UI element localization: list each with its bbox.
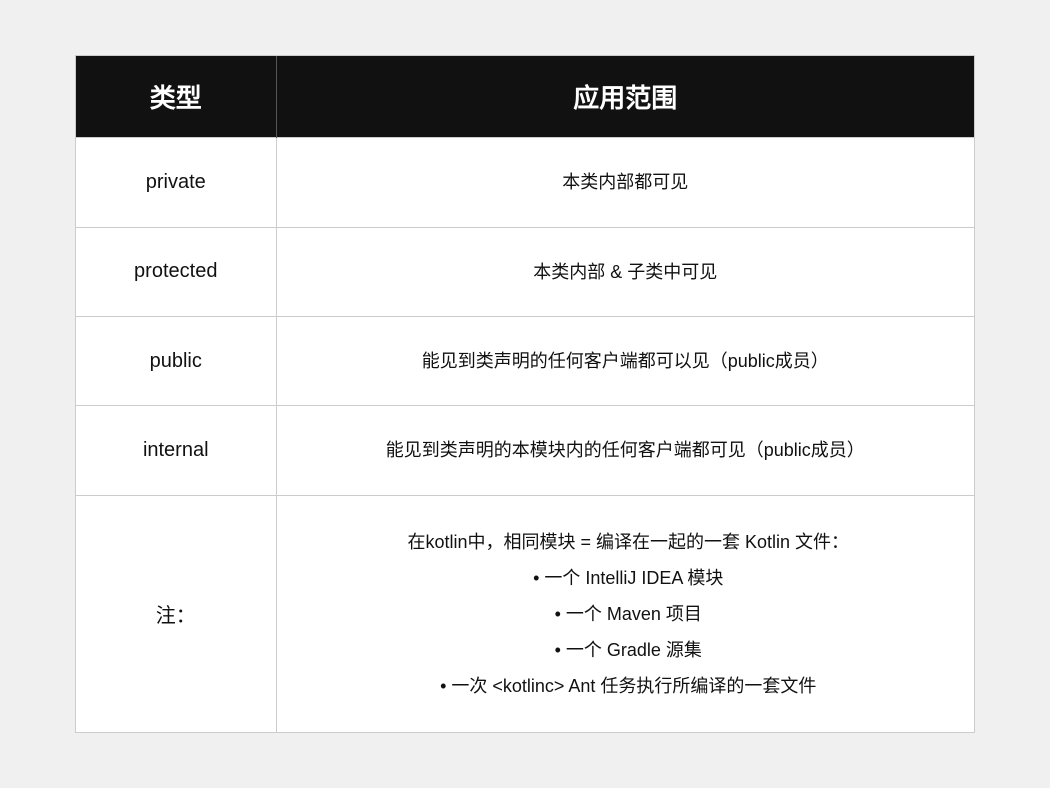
desc-cell-4: 在kotlin中，相同模块 = 编译在一起的一套 Kotlin 文件：• 一个 … bbox=[276, 495, 974, 732]
table-row: private本类内部都可见 bbox=[76, 138, 974, 227]
table-row: 注：在kotlin中，相同模块 = 编译在一起的一套 Kotlin 文件：• 一… bbox=[76, 495, 974, 732]
table-row: internal能见到类声明的本模块内的任何客户端都可见（public成员） bbox=[76, 406, 974, 495]
desc-cell-1: 本类内部 & 子类中可见 bbox=[276, 227, 974, 316]
type-cell-2: public bbox=[76, 317, 276, 406]
visibility-table: 类型 应用范围 private本类内部都可见protected本类内部 & 子类… bbox=[76, 56, 974, 732]
table-row: public能见到类声明的任何客户端都可以见（public成员） bbox=[76, 317, 974, 406]
type-cell-4: 注： bbox=[76, 495, 276, 732]
type-cell-1: protected bbox=[76, 227, 276, 316]
table-row: protected本类内部 & 子类中可见 bbox=[76, 227, 974, 316]
desc-cell-0: 本类内部都可见 bbox=[276, 138, 974, 227]
table-header-row: 类型 应用范围 bbox=[76, 56, 974, 138]
header-scope: 应用范围 bbox=[276, 56, 974, 138]
desc-cell-3: 能见到类声明的本模块内的任何客户端都可见（public成员） bbox=[276, 406, 974, 495]
main-table-wrapper: 类型 应用范围 private本类内部都可见protected本类内部 & 子类… bbox=[75, 55, 975, 733]
type-cell-3: internal bbox=[76, 406, 276, 495]
header-type: 类型 bbox=[76, 56, 276, 138]
type-cell-0: private bbox=[76, 138, 276, 227]
desc-cell-2: 能见到类声明的任何客户端都可以见（public成员） bbox=[276, 317, 974, 406]
